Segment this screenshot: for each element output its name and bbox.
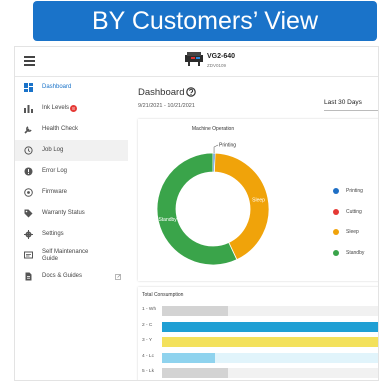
dashboard-icon [24, 83, 33, 92]
legend-swatch [333, 209, 339, 215]
consumption-bar [162, 337, 378, 347]
gear-icon [24, 230, 33, 239]
sidebar-item-ink-levels[interactable]: Ink Levels 8 [15, 98, 128, 119]
slice-label: Standby [158, 217, 177, 223]
sidebar-item-label: Firmware [42, 189, 67, 195]
consumption-bar [162, 321, 378, 332]
consumption-label: 4 - Lc [142, 353, 154, 359]
external-link-icon[interactable] [115, 273, 121, 280]
legend-swatch [333, 188, 339, 194]
sidebar-item-health-check[interactable]: Health Check [15, 119, 128, 140]
consumption-label: 1 - Wh [142, 307, 157, 312]
history-icon [24, 146, 33, 155]
period-select[interactable]: Last 30 Days [324, 97, 378, 111]
sidebar-item-label: Dashboard [42, 84, 72, 90]
consumption-row: 5 - Lk [142, 368, 378, 378]
legend-item: Sleep [333, 229, 359, 235]
consumption-label: 5 - Lk [142, 369, 154, 374]
sidebar-item-label: Docs & Guides [42, 273, 83, 279]
slice-leader-line [213, 144, 219, 154]
sidebar-item-error-log[interactable]: Error Log [15, 161, 128, 182]
legend-label: Printing [346, 188, 363, 194]
machine-operation-donut-chart: Printing Sleep Standby [156, 143, 270, 266]
consumption-row: 3 - Y [142, 337, 378, 347]
legend-item: Standby [333, 250, 364, 256]
sidebar-item-label: Job Log [42, 147, 64, 153]
ink-alert-badge: 8 [70, 105, 78, 112]
printer-icon [185, 52, 203, 66]
consumption-label: 3 - Y [142, 338, 153, 343]
bar-chart-icon [24, 105, 33, 113]
app-window: VG2-640 ZDV0109 Dashboard Ink Levels 8 He… [14, 46, 379, 381]
consumption-track [162, 306, 378, 316]
consumption-label: 2 - C [142, 322, 153, 328]
legend-swatch [333, 229, 339, 235]
wrench-icon [24, 126, 32, 134]
sidebar-item-label: Settings [42, 231, 64, 237]
legend-label: Cutting [346, 209, 362, 215]
legend-swatch [333, 250, 339, 256]
top-bar: VG2-640 ZDV0109 [15, 47, 378, 77]
sidebar-item-label: Warranty Status [42, 210, 85, 216]
printer-model: VG2-640 [207, 53, 236, 60]
consumption-bar [162, 368, 228, 378]
legend-item: Cutting [333, 209, 362, 215]
tag-icon [24, 209, 33, 218]
consumption-track [162, 352, 378, 363]
legend-label: Standby [346, 250, 365, 256]
consumption-title: Total Consumption [142, 292, 184, 298]
sidebar-item-label: Error Log [42, 168, 68, 174]
consumption-row: 2 - C [142, 321, 378, 332]
firmware-icon [24, 188, 33, 197]
total-consumption-card: Total Consumption 1 - Wh 2 - C 3 - Y 4 - Lc… [138, 287, 378, 380]
legend-item: Printing [333, 188, 363, 194]
page-title: Dashboard [138, 87, 185, 98]
banner-title: BY Customers’ View [33, 1, 377, 41]
consumption-bar [162, 306, 228, 316]
sidebar-item-dashboard[interactable]: Dashboard [15, 77, 128, 98]
sidebar-item-self-maintenance-guide[interactable]: Self Maintenance Guide [15, 245, 128, 266]
legend-label: Sleep [346, 229, 359, 235]
machine-operation-card: Machine Operation Printing Sleep Standby P… [138, 119, 378, 281]
document-icon [25, 272, 32, 281]
printer-serial: ZDV0109 [207, 63, 227, 68]
donut-slice-sleep[interactable] [213, 152, 270, 261]
consumption-track [162, 337, 378, 347]
hamburger-menu-icon[interactable] [24, 56, 35, 66]
sidebar-item-docs-guides[interactable]: Docs & Guides [15, 266, 128, 287]
sidebar-item-warranty-status[interactable]: Warranty Status [15, 203, 128, 224]
sidebar-item-label: Ink Levels [42, 105, 70, 111]
sidebar: Dashboard Ink Levels 8 Health Check Job L… [15, 77, 128, 380]
help-icon[interactable] [186, 87, 196, 97]
alert-icon [24, 167, 33, 176]
consumption-row: 4 - Lc [142, 352, 378, 363]
slice-label: Printing [219, 143, 236, 149]
slice-label: Sleep [252, 198, 265, 204]
consumption-bar [162, 352, 215, 363]
sidebar-item-firmware[interactable]: Firmware [15, 182, 128, 203]
guide-icon [24, 251, 33, 259]
consumption-row: 1 - Wh [142, 306, 378, 316]
sidebar-item-label: Self Maintenance Guide [42, 248, 89, 262]
sidebar-item-job-log[interactable]: Job Log [15, 140, 128, 161]
sidebar-item-settings[interactable]: Settings [15, 224, 128, 245]
sidebar-item-label: Health Check [42, 126, 79, 132]
consumption-track [162, 321, 378, 332]
date-range: 9/21/2021 - 10/21/2021 [138, 103, 195, 109]
main-content: Dashboard 9/21/2021 - 10/21/2021 Last 30… [128, 77, 378, 380]
consumption-track [162, 368, 378, 378]
